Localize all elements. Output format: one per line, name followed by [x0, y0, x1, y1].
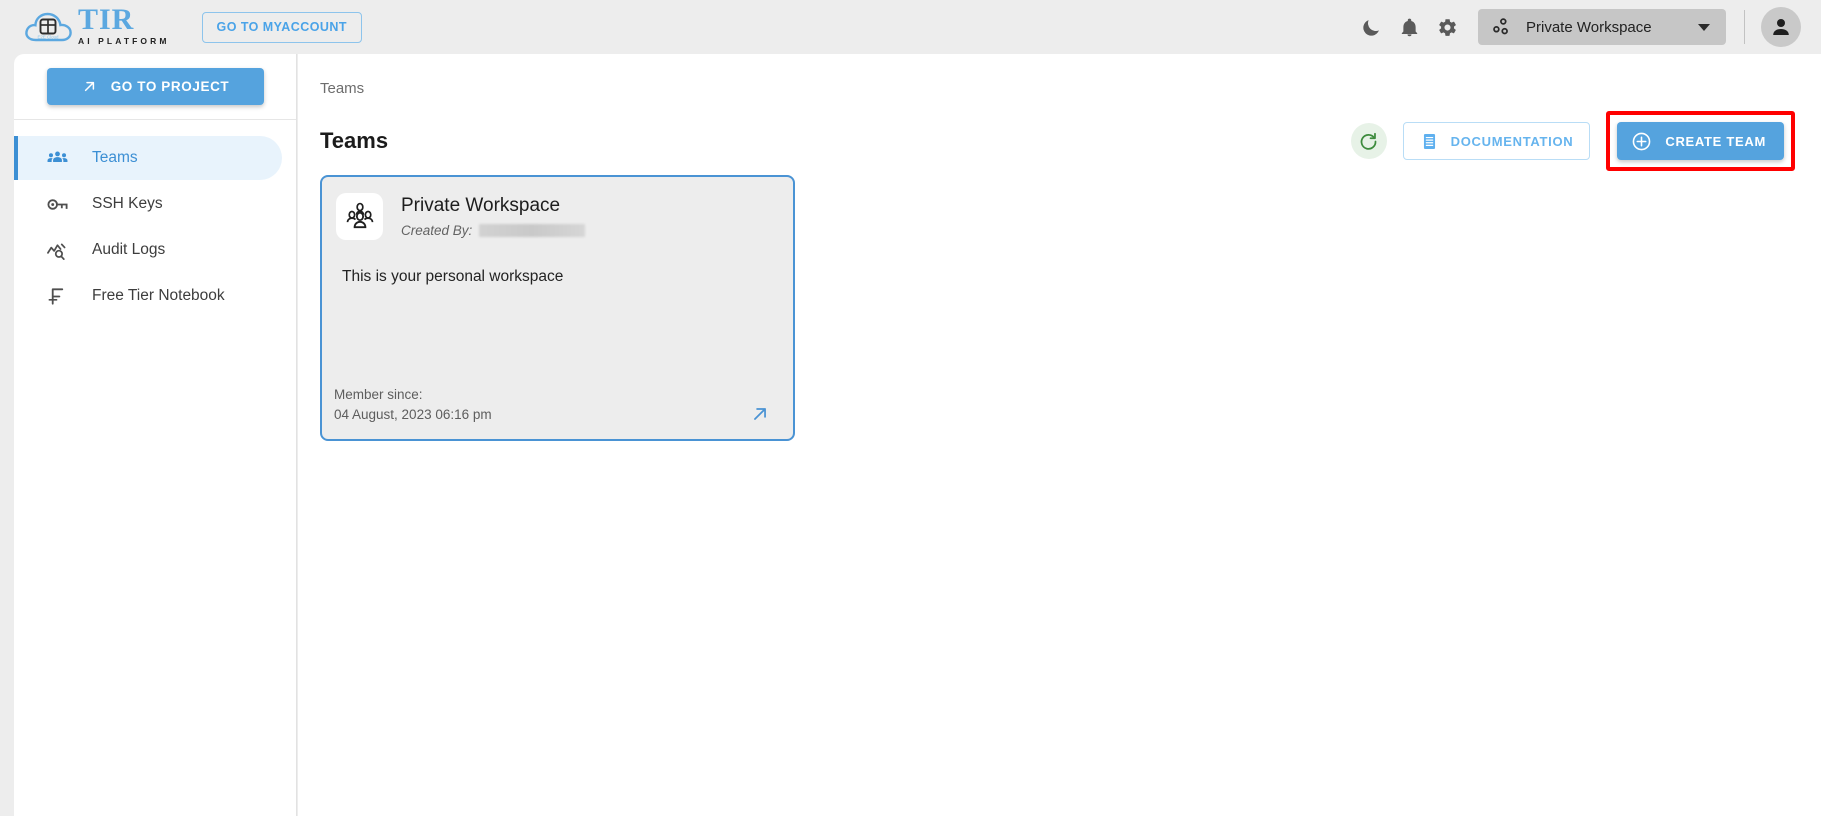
documentation-button[interactable]: DOCUMENTATION — [1402, 122, 1591, 160]
free-tier-icon — [44, 285, 70, 308]
gear-icon — [1438, 18, 1456, 36]
logo-subtitle: AI PLATFORM — [78, 36, 170, 46]
refresh-icon — [1360, 132, 1377, 150]
page-header-actions: DOCUMENTATION CREATE TEAM — [1350, 111, 1795, 171]
sidebar-nav: Teams SSH Keys Audit Logs Free Tier Note… — [14, 120, 296, 318]
team-card-title: Private Workspace — [401, 195, 561, 216]
team-people-icon — [336, 193, 383, 240]
sidebar-item-label: Free Tier Notebook — [92, 287, 225, 304]
sidebar-item-label: Teams — [92, 149, 138, 166]
team-card-description: This is your personal workspace — [342, 268, 564, 285]
header-actions: Private Workspace — [1352, 0, 1821, 54]
team-card-titles: Private Workspace Created By: — [401, 193, 586, 238]
breadcrumb: Teams — [320, 80, 365, 97]
team-card-footer: Member since: 04 August, 2023 06:16 pm — [322, 385, 793, 439]
sidebar: GO TO PROJECT Teams SSH Keys Audit Logs … — [14, 54, 297, 816]
key-icon — [44, 193, 70, 216]
user-avatar[interactable] — [1761, 7, 1801, 47]
sidebar-item-label: Audit Logs — [92, 241, 166, 258]
sidebar-item-ssh-keys[interactable]: SSH Keys — [14, 182, 282, 226]
settings-button[interactable] — [1428, 8, 1466, 46]
teams-card-list: Private Workspace Created By: This is yo… — [298, 163, 1821, 441]
sidebar-item-free-tier-notebook[interactable]: Free Tier Notebook — [14, 274, 282, 318]
member-since-value: 04 August, 2023 06:16 pm — [334, 407, 492, 422]
cloud-grid-logo-icon: E2E Cloud — [22, 7, 76, 47]
refresh-button[interactable] — [1350, 123, 1387, 159]
sidebar-item-teams[interactable]: Teams — [14, 136, 282, 180]
document-icon — [1423, 133, 1435, 149]
left-scroll-gutter[interactable] — [0, 54, 14, 816]
moon-icon — [1362, 19, 1379, 36]
sidebar-header: GO TO PROJECT — [14, 54, 296, 120]
top-header-bar: E2E Cloud TIR AI PLATFORM GO TO MYACCOUN… — [0, 0, 1821, 54]
arrow-up-right-icon — [84, 81, 94, 92]
go-to-project-button[interactable]: GO TO PROJECT — [46, 68, 264, 105]
plus-circle-icon — [1633, 132, 1651, 150]
workspace-nodes-icon — [1493, 18, 1508, 35]
user-avatar-icon — [1773, 19, 1789, 35]
go-to-myaccount-button[interactable]: GO TO MYACCOUNT — [201, 11, 362, 43]
created-by-label: Created By: — [401, 223, 473, 238]
member-since-label: Member since: — [334, 387, 423, 402]
arrow-up-right-icon — [754, 408, 766, 420]
team-card-created-by: Created By: — [401, 223, 586, 238]
sidebar-item-audit-logs[interactable]: Audit Logs — [14, 228, 282, 272]
workspace-selector[interactable]: Private Workspace — [1478, 9, 1726, 45]
open-team-button[interactable] — [749, 403, 771, 425]
create-team-label: CREATE TEAM — [1665, 133, 1766, 149]
page-title: Teams — [320, 128, 389, 153]
logo-title: TIR — [78, 3, 135, 36]
create-team-button[interactable]: CREATE TEAM — [1617, 122, 1784, 160]
team-card-header: Private Workspace Created By: — [322, 177, 793, 240]
documentation-label: DOCUMENTATION — [1450, 133, 1574, 149]
svg-text:E2E Cloud: E2E Cloud — [38, 35, 60, 40]
app-root: E2E Cloud TIR AI PLATFORM GO TO MYACCOUN… — [0, 0, 1821, 816]
chart-search-icon — [44, 239, 70, 262]
go-to-project-label: GO TO PROJECT — [110, 79, 230, 94]
page-header: Teams DOCUMENTATION CREATE TEAM — [320, 111, 1795, 171]
member-since-block: Member since: 04 August, 2023 06:16 pm — [334, 385, 492, 425]
chevron-down-icon — [1698, 23, 1710, 31]
main-content: Teams Teams DOCUMENTATION CREATE TEAM Pr… — [298, 54, 1821, 816]
notifications-button[interactable] — [1390, 8, 1428, 46]
header-divider — [1744, 10, 1745, 44]
team-card[interactable]: Private Workspace Created By: This is yo… — [320, 175, 795, 441]
people-group-icon — [44, 147, 70, 170]
create-team-highlight: CREATE TEAM — [1606, 111, 1795, 171]
created-by-value-redacted — [479, 224, 586, 237]
workspace-selected-label: Private Workspace — [1526, 18, 1652, 36]
dark-mode-toggle[interactable] — [1352, 8, 1390, 46]
app-logo[interactable]: E2E Cloud TIR AI PLATFORM — [22, 5, 170, 49]
sidebar-item-label: SSH Keys — [92, 195, 163, 212]
bell-icon — [1401, 18, 1417, 36]
